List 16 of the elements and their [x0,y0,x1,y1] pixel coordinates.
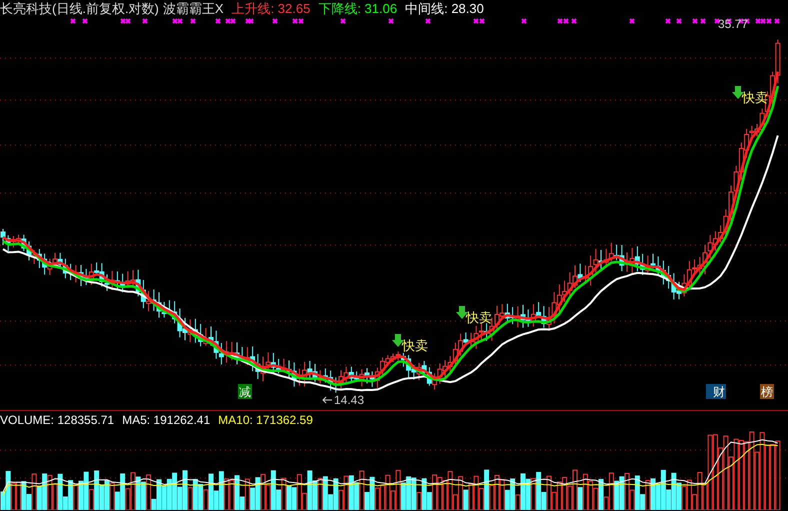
volume-value: MA10: 171362.59 [218,412,313,428]
price-label: 35.77 [718,18,748,31]
indicator-value: 中间线: 28.30 [405,0,484,18]
indicator-name: 波霸霸王X [162,0,224,18]
price-label: 14.43 [334,393,364,407]
chart-title: 长亮科技(日线.前复权.对数) [0,0,159,18]
volume-value: VOLUME: 128355.71 [0,412,114,428]
event-badge: 财 [706,384,726,399]
volume-value: MA5: 191262.41 [122,412,210,428]
event-badge: 减 [238,384,252,399]
signal-label: 快卖 [402,338,428,353]
event-badge: 榜 [760,384,774,399]
indicator-value: 下降线: 31.06 [318,0,398,18]
signal-label: 快卖 [466,310,492,325]
indicator-value: 上升线: 32.65 [232,0,310,18]
left-arrow-icon [322,396,332,404]
